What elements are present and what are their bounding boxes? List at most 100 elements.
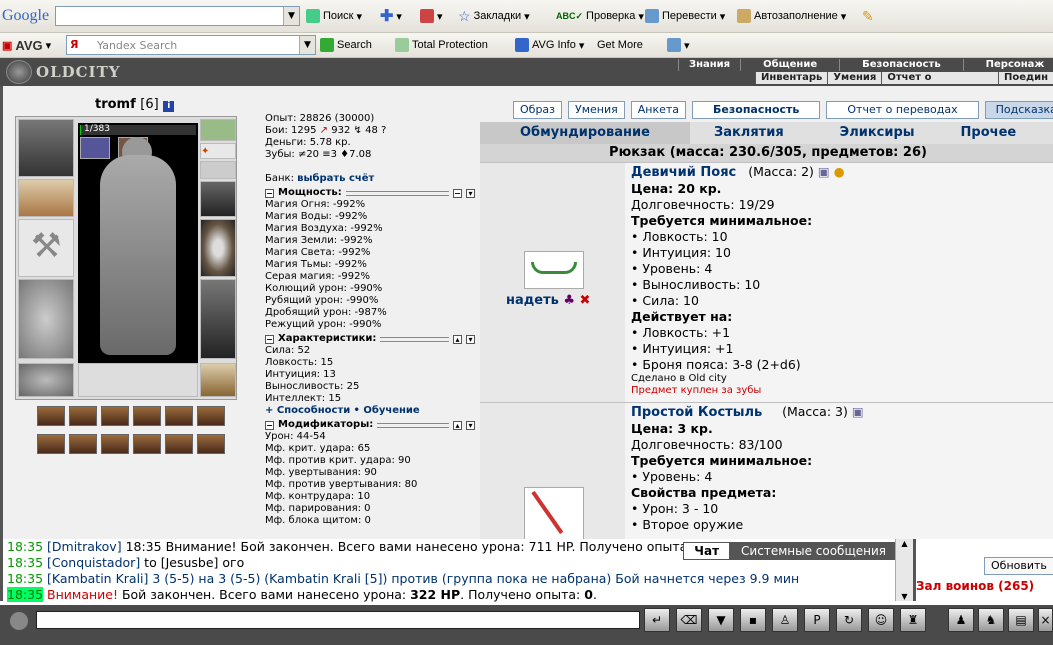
smiley-icon[interactable]: ☺: [868, 608, 894, 632]
belt-item[interactable]: [69, 434, 97, 454]
lock-icon[interactable]: ▤: [1008, 608, 1034, 632]
tab-equipment[interactable]: Обмундирование: [480, 122, 690, 144]
translit-icon[interactable]: ↻: [836, 608, 862, 632]
google-search-button[interactable]: Поиск ▾: [306, 0, 362, 32]
belt-item[interactable]: [101, 434, 129, 454]
buff-icon[interactable]: [80, 137, 110, 159]
stats-header[interactable]: − Характеристики: ▴ ▾: [265, 333, 475, 345]
nav-communication[interactable]: Общение: [740, 59, 839, 71]
yandex-search-input[interactable]: Я Yandex Search ▼: [66, 35, 316, 55]
eraser-icon[interactable]: ⌫: [676, 608, 702, 632]
translate-button[interactable]: Перевести ▾: [645, 0, 725, 32]
pocket-slots[interactable]: [78, 363, 198, 397]
belt-item[interactable]: [133, 434, 161, 454]
belt-item[interactable]: [165, 406, 193, 426]
room-name[interactable]: Зал воинов (265): [916, 579, 1034, 593]
subnav-skills[interactable]: Умения: [827, 72, 881, 84]
exit-icon[interactable]: ×: [1038, 608, 1053, 632]
save-icon[interactable]: ▪: [740, 608, 766, 632]
helmet-slot[interactable]: [18, 119, 74, 177]
tab-f[interactable]: Ф: [1016, 122, 1053, 144]
dropdown-arrow-icon[interactable]: ▼: [283, 7, 299, 25]
bank-link[interactable]: выбрать счёт: [297, 173, 374, 184]
private-icon[interactable]: P: [804, 608, 830, 632]
tab-elixirs[interactable]: Эликсиры: [784, 122, 915, 144]
item-name[interactable]: Девичий Пояс: [631, 165, 736, 180]
amulet-slot[interactable]: [200, 119, 236, 141]
spellcheck-button[interactable]: ABC✓ Проверка ▾: [556, 0, 644, 32]
tab-security[interactable]: Безопасность: [692, 101, 821, 119]
pagerank-button[interactable]: ▾: [420, 0, 443, 32]
subnav-inventory[interactable]: Инвентарь: [755, 72, 827, 84]
subnav-transfers[interactable]: Отчет о переводах: [881, 72, 998, 95]
shirt-icon[interactable]: ♣: [563, 293, 575, 308]
power-header[interactable]: − Мощность: − ▾: [265, 187, 475, 199]
earrings-slot[interactable]: ✦: [200, 143, 236, 159]
crutch-item-image[interactable]: [524, 487, 584, 540]
belt-item-image[interactable]: [524, 251, 584, 289]
wear-link[interactable]: надеть ♣ ✖: [506, 293, 590, 308]
belt-item[interactable]: [197, 434, 225, 454]
avg-logo[interactable]: ▣ AVG ▾: [2, 33, 51, 57]
tab-profile[interactable]: Анкета: [630, 101, 687, 119]
armor-slot[interactable]: [18, 279, 74, 359]
tab-transfers[interactable]: Отчет о переводах: [826, 101, 979, 119]
item-name[interactable]: Простой Костыль: [631, 405, 762, 420]
add-button[interactable]: ✚ ▾: [380, 0, 402, 32]
bookmarks-button[interactable]: ☆ Закладки ▾: [458, 0, 530, 32]
power-stat: Колющий урон: -990%: [265, 283, 383, 294]
shield-slot[interactable]: [200, 219, 236, 277]
dropdown-arrow-icon[interactable]: ▼: [299, 36, 315, 54]
settings-icon[interactable]: [10, 612, 28, 630]
search-button[interactable]: Search: [320, 33, 372, 57]
belt-item[interactable]: [197, 406, 225, 426]
drop-icon[interactable]: ✖: [580, 293, 591, 308]
refresh-button[interactable]: Обновить: [984, 557, 1053, 575]
helmet-icon[interactable]: ♜: [900, 608, 926, 632]
nav-character[interactable]: Персонаж: [962, 59, 1053, 71]
belt-item[interactable]: [37, 434, 65, 454]
avg-info-button[interactable]: AVG Info ▾: [515, 33, 584, 57]
info-icon[interactable]: i: [163, 101, 175, 112]
google-search-input[interactable]: ▼: [55, 6, 300, 26]
autofill-button[interactable]: Автозаполнение ▾: [737, 0, 846, 32]
group-icon[interactable]: ♞: [978, 608, 1004, 632]
mods-header[interactable]: − Модификаторы: ▴ ▾: [265, 419, 475, 431]
highlight-button[interactable]: ✎: [862, 0, 874, 32]
chat-scrollbar[interactable]: ▲ ▼: [895, 539, 913, 601]
send-icon[interactable]: ↵: [644, 608, 670, 632]
belt-item[interactable]: [37, 406, 65, 426]
extras-button[interactable]: ▾: [667, 33, 690, 57]
boots-slot[interactable]: [200, 363, 236, 397]
belt-item[interactable]: [133, 406, 161, 426]
rings-slot[interactable]: [200, 161, 236, 179]
belt-item[interactable]: [69, 406, 97, 426]
nav-security[interactable]: Безопасность: [839, 59, 963, 71]
belt-slot[interactable]: [18, 363, 74, 397]
tab-skills[interactable]: Умения: [568, 101, 625, 119]
tab-chat[interactable]: Чат: [683, 542, 731, 560]
training-link[interactable]: • Обучение: [353, 405, 419, 416]
tab-hint[interactable]: Подсказка: [984, 101, 1053, 119]
belt-item[interactable]: [165, 434, 193, 454]
nav-knowledge[interactable]: Знания: [678, 59, 740, 71]
abilities-link[interactable]: + Способности: [265, 405, 350, 416]
weapon-slot[interactable]: ⚒: [18, 219, 74, 277]
subnav-duels[interactable]: Поедин: [997, 72, 1053, 84]
legs-slot[interactable]: [200, 279, 236, 359]
figure-icon[interactable]: ♙: [772, 608, 798, 632]
get-more-button[interactable]: Get More: [597, 33, 643, 57]
gloves-slot[interactable]: [200, 181, 236, 217]
tab-spells[interactable]: Заклятия: [690, 122, 784, 144]
person-icon[interactable]: ♟: [948, 608, 974, 632]
tab-system-messages[interactable]: Системные сообщения: [730, 542, 897, 560]
belt-item[interactable]: [101, 406, 129, 426]
power-stat: Режущий урон: -990%: [265, 319, 382, 330]
chat-input[interactable]: [36, 611, 640, 629]
bracers-slot[interactable]: [18, 179, 74, 217]
filter-icon[interactable]: ▼: [708, 608, 734, 632]
tab-image[interactable]: Образ: [513, 101, 563, 119]
tab-other[interactable]: Прочее: [915, 122, 1017, 144]
chat-log[interactable]: 18:35 [Dmitrakov] 18:35 Внимание! Бой за…: [0, 539, 913, 602]
total-protection-button[interactable]: Total Protection: [395, 33, 488, 57]
